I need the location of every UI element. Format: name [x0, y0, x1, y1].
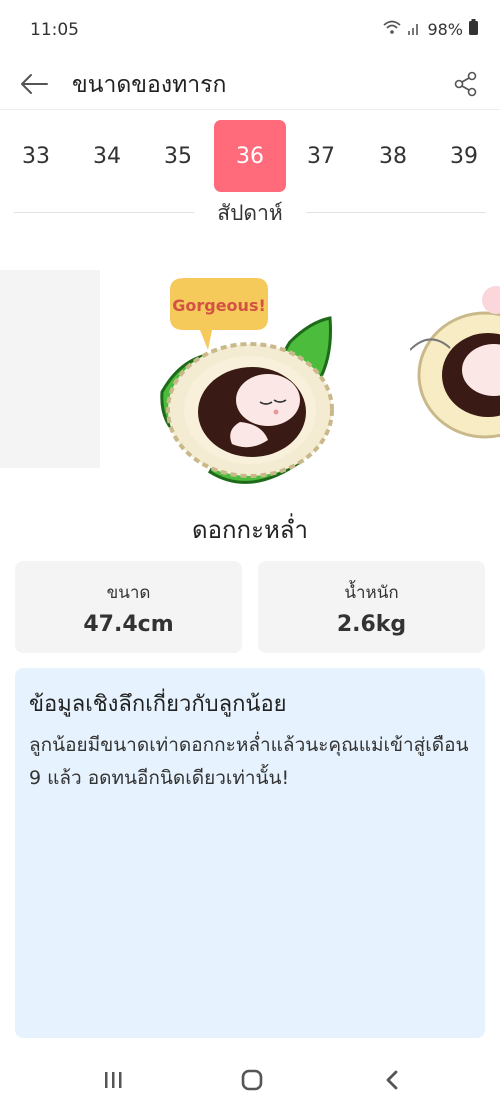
app-bar: ขนาดของทารก	[0, 58, 500, 110]
week-item-33[interactable]: 33	[0, 120, 72, 192]
week-item-39[interactable]: 39	[428, 120, 500, 192]
week-item-38[interactable]: 38	[357, 120, 429, 192]
weight-label: น้ำหนัก	[344, 583, 399, 603]
weight-card: น้ำหนัก 2.6kg	[258, 561, 485, 653]
week-item-37[interactable]: 37	[285, 120, 357, 192]
system-nav-bar	[0, 1048, 500, 1111]
share-button[interactable]	[446, 64, 486, 104]
size-value: 47.4cm	[83, 612, 174, 637]
insight-text: ลูกน้อยมีขนาดเท่าดอกกะหล่ำแล้วนะคุณแม่เข…	[29, 734, 469, 789]
weight-value: 2.6kg	[336, 612, 407, 637]
size-card: ขนาด 47.4cm	[15, 561, 242, 653]
week-divider: สัปดาห์	[14, 195, 486, 229]
status-icons: 98%	[383, 19, 478, 39]
week-item-34[interactable]: 34	[71, 120, 143, 192]
fruit-name: ดอกกะหล่ำ	[192, 516, 308, 544]
battery-icon	[469, 19, 478, 39]
week-unit-label: สัปดาห์	[217, 201, 283, 225]
home-button[interactable]	[230, 1064, 274, 1096]
baby-cauliflower-illustration: Gorgeous!	[160, 278, 334, 484]
previous-illustration[interactable]	[0, 270, 100, 468]
recent-apps-button[interactable]	[91, 1064, 135, 1096]
week-item-36-selected[interactable]: 36	[214, 120, 286, 192]
home-icon	[241, 1069, 263, 1091]
next-illustration[interactable]	[410, 280, 500, 450]
status-time: 11:05	[30, 20, 79, 40]
week-selector: 33 34 35 36 37 38 39	[0, 120, 500, 192]
status-bar: 11:05 98%	[0, 0, 500, 58]
insight-card: ข้อมูลเชิงลึกเกี่ยวกับลูกน้อย ลูกน้อยมีข…	[15, 668, 485, 1038]
illustration-carousel[interactable]: Gorgeous!	[0, 250, 500, 500]
insight-title: ข้อมูลเชิงลึกเกี่ยวกับลูกน้อย	[29, 692, 287, 717]
battery-percent: 98%	[427, 19, 463, 39]
wifi-icon	[383, 19, 402, 39]
size-label: ขนาด	[106, 583, 151, 603]
speech-bubble-text: Gorgeous!	[172, 296, 266, 315]
share-icon	[454, 71, 477, 97]
back-nav-button[interactable]	[370, 1064, 414, 1096]
week-item-35[interactable]: 35	[142, 120, 214, 192]
arrow-left-icon	[21, 74, 48, 94]
recent-apps-icon	[105, 1072, 122, 1088]
page-title: ขนาดของทารก	[72, 72, 227, 98]
chevron-left-icon	[386, 1070, 398, 1090]
back-button[interactable]	[14, 64, 54, 104]
signal-icon	[407, 20, 421, 39]
divider-line-right	[306, 212, 486, 213]
